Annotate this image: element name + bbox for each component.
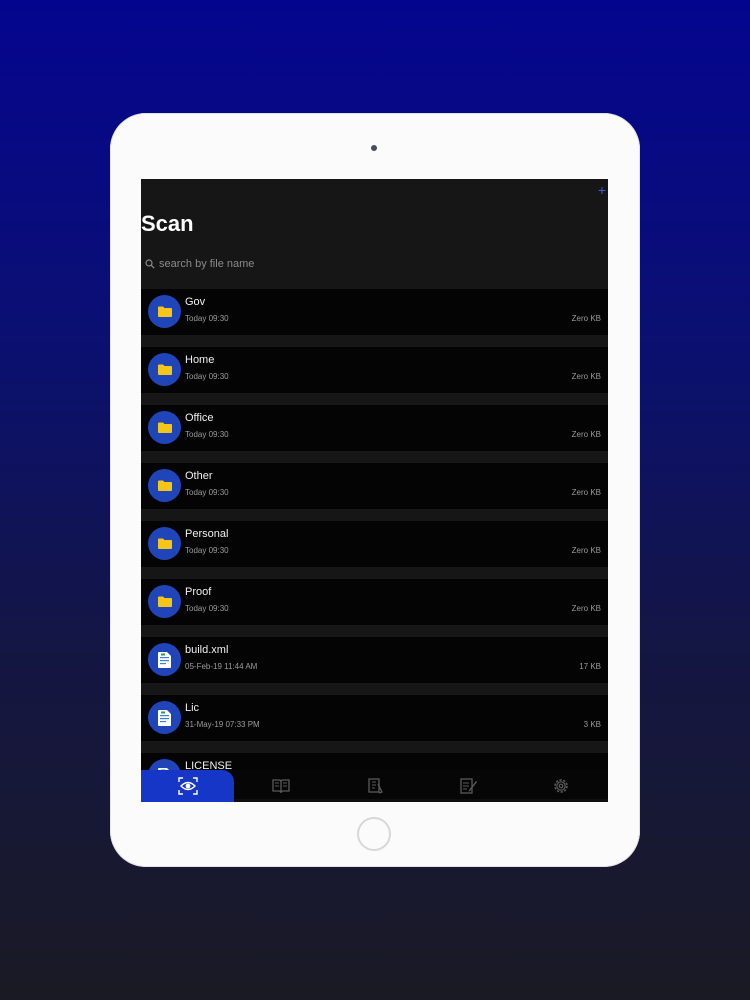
folder-icon bbox=[148, 411, 181, 444]
gear-icon bbox=[554, 779, 569, 793]
folder-icon bbox=[148, 585, 181, 618]
file-date: Today 09:30 bbox=[185, 372, 229, 381]
list-item[interactable]: Personal Today 09:30 Zero KB bbox=[141, 521, 608, 567]
tab-edit[interactable] bbox=[421, 770, 514, 802]
list-item[interactable]: Other Today 09:30 Zero KB bbox=[141, 463, 608, 509]
file-date: Today 09:30 bbox=[185, 488, 229, 497]
file-size: Zero KB bbox=[571, 488, 601, 497]
file-list: Gov Today 09:30 Zero KB Home Today 09:30… bbox=[141, 289, 608, 802]
file-date: 31-May-19 07:33 PM bbox=[185, 720, 260, 729]
list-item[interactable]: Office Today 09:30 Zero KB bbox=[141, 405, 608, 451]
file-name: Home bbox=[185, 354, 215, 366]
edit-document-icon bbox=[460, 778, 477, 794]
folder-icon bbox=[148, 295, 181, 328]
tab-book[interactable] bbox=[234, 770, 327, 802]
file-date: Today 09:30 bbox=[185, 604, 229, 613]
app-screen: + Scan Gov Today 09:30 Zero KB bbox=[141, 179, 608, 802]
document-icon bbox=[148, 701, 181, 734]
tab-bar bbox=[141, 770, 608, 802]
file-size: Zero KB bbox=[571, 604, 601, 613]
plus-icon[interactable]: + bbox=[598, 183, 606, 197]
tab-settings[interactable] bbox=[515, 770, 608, 802]
search-bar[interactable] bbox=[145, 255, 445, 273]
scan-eye-icon bbox=[178, 777, 198, 795]
file-name: Gov bbox=[185, 296, 206, 308]
documents-icon bbox=[367, 778, 383, 794]
file-name: Personal bbox=[185, 528, 229, 540]
list-item[interactable]: Home Today 09:30 Zero KB bbox=[141, 347, 608, 393]
file-size: Zero KB bbox=[571, 546, 601, 555]
document-icon bbox=[148, 643, 181, 676]
file-name: Lic bbox=[185, 702, 200, 714]
file-date: Today 09:30 bbox=[185, 314, 229, 323]
file-size: Zero KB bbox=[571, 430, 601, 439]
ipad-frame: + Scan Gov Today 09:30 Zero KB bbox=[110, 113, 640, 867]
page-title: Scan bbox=[141, 211, 194, 236]
tab-scan[interactable] bbox=[141, 770, 235, 802]
file-date: 05-Feb-19 11:44 AM bbox=[185, 662, 258, 671]
list-item[interactable]: Proof Today 09:30 Zero KB bbox=[141, 579, 608, 625]
file-date: Today 09:30 bbox=[185, 430, 229, 439]
file-size: 17 KB bbox=[579, 662, 601, 671]
file-size: Zero KB bbox=[571, 314, 601, 323]
search-icon bbox=[145, 259, 155, 269]
camera-dot bbox=[371, 145, 377, 151]
folder-icon bbox=[148, 353, 181, 386]
list-item[interactable]: Gov Today 09:30 Zero KB bbox=[141, 289, 608, 335]
folder-icon bbox=[148, 469, 181, 502]
folder-icon bbox=[148, 527, 181, 560]
list-item[interactable]: build.xml 05-Feb-19 11:44 AM 17 KB bbox=[141, 637, 608, 683]
home-button[interactable] bbox=[357, 817, 391, 851]
list-item[interactable]: Lic 31-May-19 07:33 PM 3 KB bbox=[141, 695, 608, 741]
file-date: Today 09:30 bbox=[185, 546, 229, 555]
search-input[interactable] bbox=[159, 258, 419, 270]
file-name: Office bbox=[185, 412, 214, 424]
file-size: Zero KB bbox=[571, 372, 601, 381]
file-name: build.xml bbox=[185, 644, 229, 656]
file-name: Proof bbox=[185, 586, 212, 598]
file-name: Other bbox=[185, 470, 213, 482]
tab-documents[interactable] bbox=[328, 770, 421, 802]
book-icon bbox=[272, 779, 290, 794]
file-size: 3 KB bbox=[583, 720, 601, 729]
